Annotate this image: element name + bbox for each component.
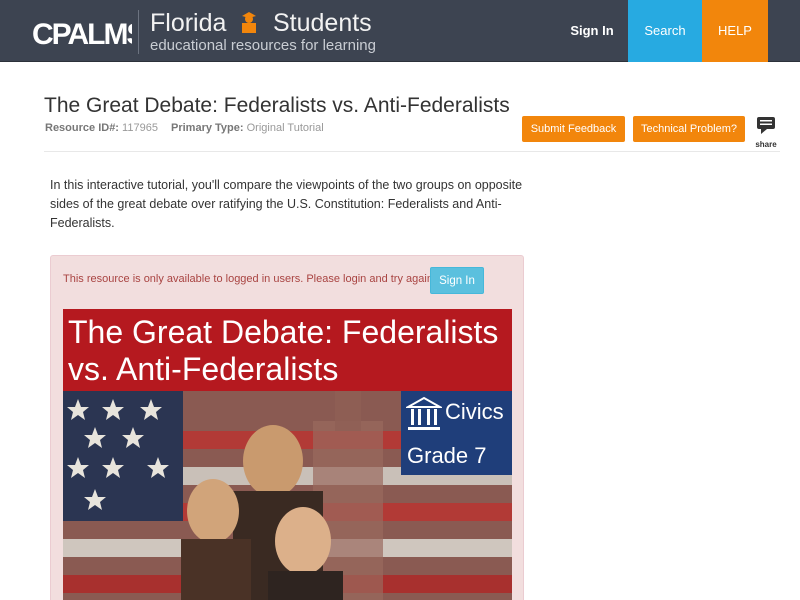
alert-signin-button[interactable]: Sign In — [430, 267, 484, 294]
resource-id-value: 117965 — [122, 122, 158, 134]
resource-meta: Resource ID#: 117965 Primary Type: Origi… — [45, 122, 334, 134]
brand-subtitle: educational resources for learning — [150, 37, 376, 54]
page-title: The Great Debate: Federalists vs. Anti-F… — [44, 94, 510, 117]
primary-type-value: Original Tutorial — [246, 122, 324, 134]
banner-title: The Great Debate: Federalists vs. Anti-F… — [68, 314, 499, 387]
share-label: share — [755, 140, 777, 149]
brand-title[interactable]: Florida Students — [150, 9, 372, 37]
brand-florida: Florida — [150, 9, 227, 37]
subject-label: Civics — [445, 399, 504, 424]
share-button[interactable]: share — [754, 116, 778, 149]
nav-signin-link[interactable]: Sign In — [556, 0, 628, 62]
government-building-icon — [406, 396, 442, 430]
civics-badge: Civics Grade 7 — [401, 391, 512, 475]
nav-help-button[interactable]: HELP — [702, 0, 768, 62]
tutorial-banner-image: The Great Debate: Federalists vs. Anti-F… — [63, 309, 512, 600]
alert-message: This resource is only available to logge… — [63, 273, 436, 285]
submit-feedback-button[interactable]: Submit Feedback — [522, 116, 625, 142]
primary-type-label: Primary Type: — [171, 122, 244, 134]
florida-person-icon — [242, 12, 256, 33]
share-icon — [757, 117, 775, 134]
nav-search-button[interactable]: Search — [628, 0, 702, 62]
title-divider — [44, 151, 780, 152]
technical-problem-button[interactable]: Technical Problem? — [633, 116, 745, 142]
header-divider — [138, 10, 139, 54]
grade-label: Grade 7 — [407, 443, 487, 468]
banner-title-bar: The Great Debate: Federalists vs. Anti-F… — [63, 309, 512, 391]
svg-text:CPALMS: CPALMS — [32, 18, 132, 51]
resource-id-label: Resource ID#: — [45, 122, 119, 134]
site-header: CPALMS Florida Students educational reso… — [0, 0, 800, 62]
brand-students: Students — [273, 9, 372, 37]
resource-description: In this interactive tutorial, you'll com… — [50, 178, 523, 230]
cpalms-logo[interactable]: CPALMS — [32, 12, 132, 52]
